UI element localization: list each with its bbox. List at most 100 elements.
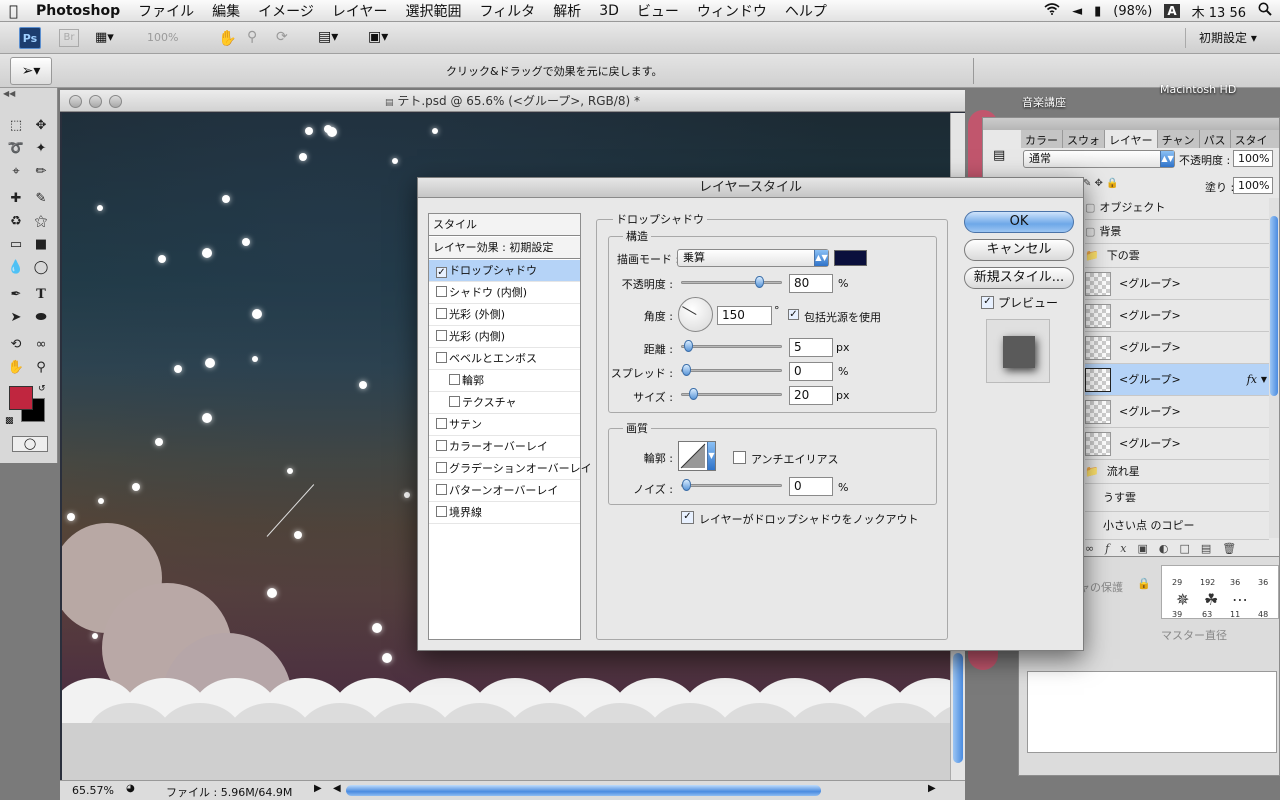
move-tool-icon[interactable]: ✥ <box>30 115 52 135</box>
view-extras-icon[interactable]: ▦▾ <box>95 30 125 46</box>
desktop-label-hd[interactable]: Macintosh HD <box>1160 83 1236 96</box>
tab-styles[interactable]: スタイ <box>1231 130 1272 148</box>
zoom-window-button[interactable] <box>109 95 122 108</box>
size-field[interactable]: 20 <box>789 386 833 405</box>
knockout-checkbox[interactable]: ✓ <box>681 511 694 524</box>
gradient-tool-icon[interactable]: ■ <box>30 234 52 254</box>
brush-preset-grid[interactable]: 29 192 36 36 39 63 11 48 ✵ ☘ ⋯ <box>1161 565 1279 619</box>
opacity-field[interactable]: 80 <box>789 274 833 293</box>
layer-row-folder[interactable]: 📁 下の雲 <box>1085 244 1269 268</box>
menu-file[interactable]: ファイル <box>129 1 203 21</box>
layer-row[interactable]: <グループ> <box>1085 396 1269 428</box>
clone-stamp-icon[interactable]: ♻ <box>5 211 27 231</box>
fx-icon[interactable]: fx <box>1247 364 1257 396</box>
desktop-label-music[interactable]: 音楽講座 <box>1022 94 1066 110</box>
hand-tool-icon[interactable]: ✋ <box>218 29 237 47</box>
input-method-icon[interactable]: A <box>1164 4 1180 18</box>
lock-icons[interactable]: ✎ ✥ 🔒 <box>1083 178 1119 189</box>
apple-menu-icon[interactable]:  <box>0 2 27 20</box>
workspace-switcher[interactable]: 初期設定 ▾ <box>1185 28 1275 48</box>
contour-picker[interactable]: ▼ <box>678 441 716 471</box>
layer-row-selected[interactable]: <グループ> fx ▼ <box>1085 364 1269 396</box>
menu-window[interactable]: ウィンドウ <box>688 1 776 21</box>
style-contour[interactable]: 輪郭 <box>429 370 580 392</box>
scroll-right-arrow[interactable]: ▶ <box>928 783 936 794</box>
style-drop-shadow[interactable]: ✓ ドロップシャドウ <box>429 260 580 282</box>
foreground-color-swatch[interactable] <box>9 386 33 410</box>
spread-slider-thumb[interactable] <box>682 364 691 376</box>
color-overlay-checkbox[interactable] <box>436 440 447 451</box>
style-color-overlay[interactable]: カラーオーバーレイ <box>429 436 580 458</box>
style-texture[interactable]: テクスチャ <box>429 392 580 414</box>
spread-field[interactable]: 0 <box>789 362 833 381</box>
layer-row[interactable]: <グループ> <box>1085 268 1269 300</box>
status-info-icon[interactable]: ◕ <box>126 783 135 794</box>
zoom-tool-icon[interactable]: ⚲ <box>30 357 52 377</box>
tab-swatches[interactable]: スウォ <box>1063 130 1105 148</box>
style-outer-glow[interactable]: 光彩 (外側) <box>429 304 580 326</box>
marquee-tool-icon[interactable]: ⬚ <box>5 115 27 135</box>
hand-tool-icon[interactable]: ✋ <box>5 357 27 377</box>
new-style-button[interactable]: 新規スタイル... <box>964 267 1074 289</box>
layers-footer-icons[interactable]: ∞fx▣◐□▤🗑 <box>1085 542 1275 555</box>
menu-edit[interactable]: 編集 <box>203 1 249 21</box>
tab-channels[interactable]: チャン <box>1158 130 1200 148</box>
distance-field[interactable]: 5 <box>789 338 833 357</box>
screen-mode-icon[interactable]: ▣▾ <box>368 29 388 45</box>
layer-row[interactable]: <グループ> <box>1085 428 1269 460</box>
drop-shadow-checkbox[interactable]: ✓ <box>436 267 447 278</box>
layer-fill-field[interactable]: 100% <box>1233 177 1273 194</box>
tab-layers[interactable]: レイヤー <box>1105 130 1158 148</box>
angle-field[interactable]: 150 <box>717 306 772 325</box>
style-list-header[interactable]: スタイル <box>429 214 580 236</box>
tool-preset-picker[interactable]: ➢▾ <box>10 57 52 85</box>
tab-paths[interactable]: パス <box>1200 130 1231 148</box>
app-menu[interactable]: Photoshop <box>27 3 129 19</box>
layer-row[interactable]: 小さい点 のコピー <box>1085 512 1269 540</box>
layer-blend-mode-select[interactable]: 通常 ▲▼ <box>1023 150 1175 168</box>
size-slider[interactable] <box>681 388 782 400</box>
style-pattern-overlay[interactable]: パターンオーバーレイ <box>429 480 580 502</box>
menu-3d[interactable]: 3D <box>590 3 628 19</box>
arrange-documents-icon[interactable]: ▤▾ <box>318 29 338 45</box>
swap-colors-icon[interactable]: ↺ <box>38 384 46 394</box>
tab-color[interactable]: カラー <box>1021 130 1063 148</box>
crop-tool-icon[interactable]: ⌖ <box>5 161 27 181</box>
opacity-slider[interactable] <box>681 276 782 288</box>
antialias-checkbox[interactable] <box>733 451 746 464</box>
menu-filter[interactable]: フィルタ <box>470 1 544 21</box>
clock[interactable]: 木 13 56 <box>1192 2 1246 21</box>
menu-help[interactable]: ヘルプ <box>776 1 836 21</box>
battery-icon[interactable]: ▮ <box>1094 4 1101 19</box>
pattern-overlay-checkbox[interactable] <box>436 484 447 495</box>
layer-row[interactable]: <グループ> <box>1085 300 1269 332</box>
layer-opacity-field[interactable]: 100% <box>1233 150 1273 167</box>
shadow-color-swatch[interactable] <box>834 250 867 266</box>
style-bevel-emboss[interactable]: ベベルとエンボス <box>429 348 580 370</box>
volume-icon[interactable]: ◄ <box>1072 4 1082 19</box>
healing-brush-icon[interactable]: ✚ <box>5 188 27 208</box>
noise-field[interactable]: 0 <box>789 477 833 496</box>
noise-slider-thumb[interactable] <box>682 479 691 491</box>
layers-scroll-thumb[interactable] <box>1270 216 1278 396</box>
3d-rotate-icon[interactable]: ⟲ <box>5 334 27 354</box>
eraser-icon[interactable]: ▭ <box>5 234 27 254</box>
preview-checkbox[interactable]: ✓ <box>981 296 994 309</box>
distance-slider-thumb[interactable] <box>683 340 693 352</box>
shape-tool-icon[interactable]: ⬬ <box>30 307 52 327</box>
minimize-window-button[interactable] <box>89 95 102 108</box>
layers-scrollbar[interactable] <box>1269 198 1279 538</box>
distance-slider[interactable] <box>681 340 782 352</box>
style-inner-glow[interactable]: 光彩 (内側) <box>429 326 580 348</box>
menu-analysis[interactable]: 解析 <box>544 1 590 21</box>
bridge-button[interactable]: Br <box>59 29 79 47</box>
menu-image[interactable]: イメージ <box>249 1 323 21</box>
stroke-checkbox[interactable] <box>436 506 447 517</box>
close-window-button[interactable] <box>69 95 82 108</box>
horizontal-scroll-thumb[interactable] <box>346 785 821 796</box>
quick-mask-icon[interactable]: ◯ <box>12 436 48 452</box>
cancel-button[interactable]: キャンセル <box>964 239 1074 261</box>
style-list-defaults[interactable]: レイヤー効果 : 初期設定 <box>429 237 580 259</box>
type-tool-icon[interactable]: T <box>30 284 52 304</box>
3d-orbit-icon[interactable]: ∞ <box>30 334 52 354</box>
